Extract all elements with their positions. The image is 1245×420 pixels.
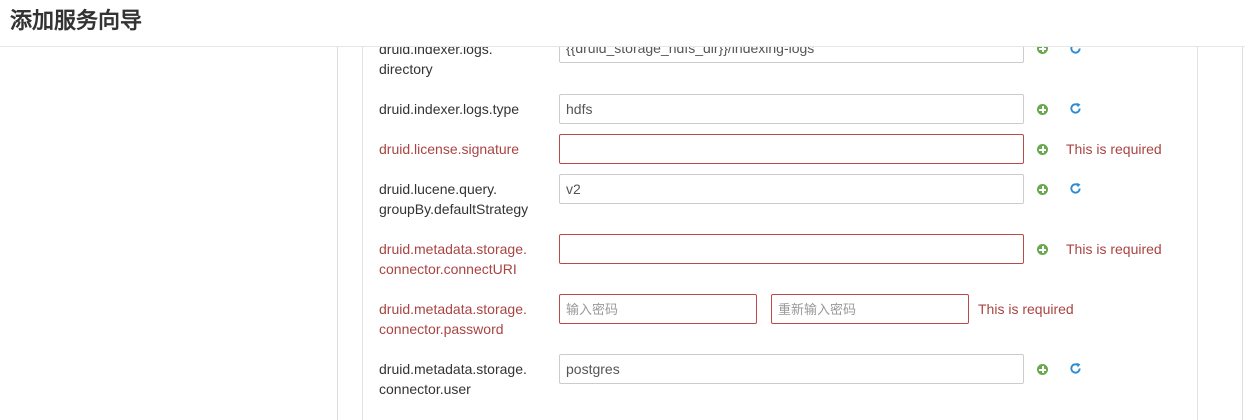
input-value: hdfs	[566, 101, 593, 117]
label-line: connector.connectURI	[379, 261, 517, 277]
property-label: druid.license.signature	[379, 139, 549, 159]
property-label: druid.metadata.storage. connector.user	[379, 359, 549, 399]
property-label: druid.metadata.storage. connector.passwo…	[379, 299, 549, 339]
property-value-input[interactable]: postgres	[559, 354, 1024, 384]
input-value: postgres	[566, 361, 620, 377]
property-value-input[interactable]: v2	[559, 174, 1024, 204]
refresh-icon[interactable]	[1069, 102, 1082, 115]
property-label: druid.metadata.storage. connector.connec…	[379, 239, 549, 279]
property-value-input[interactable]	[559, 134, 1024, 164]
label-line: groupBy.defaultStrategy	[379, 201, 529, 217]
label-line: druid.metadata.storage.	[379, 301, 527, 317]
required-error-text: This is required	[978, 301, 1074, 317]
property-label: druid.lucene.query. groupBy.defaultStrat…	[379, 179, 549, 219]
property-value-input[interactable]: hdfs	[559, 94, 1024, 124]
label-line: connector.password	[379, 321, 504, 337]
label-line: directory	[379, 61, 433, 77]
page-title: 添加服务向导	[10, 9, 143, 34]
wizard-header: 添加服务向导	[0, 0, 1245, 47]
input-placeholder: 输入密码	[566, 303, 619, 318]
required-error-text: This is required	[1066, 141, 1162, 157]
label-line: druid.indexer.logs.type	[379, 101, 520, 117]
plus-circle-icon[interactable]	[1037, 244, 1048, 255]
password-input[interactable]: 输入密码	[559, 294, 757, 324]
property-value-input[interactable]	[559, 234, 1024, 264]
plus-circle-icon[interactable]	[1037, 184, 1048, 195]
label-line: druid.lucene.query.	[379, 181, 498, 197]
label-line: druid.metadata.storage.	[379, 361, 527, 377]
property-label: druid.indexer.logs.type	[379, 99, 549, 119]
plus-circle-icon[interactable]	[1037, 364, 1048, 375]
input-value: v2	[566, 181, 581, 197]
label-line: druid.metadata.storage.	[379, 241, 527, 257]
label-line: druid.license.signature	[379, 141, 520, 157]
input-placeholder: 重新输入密码	[778, 303, 857, 318]
refresh-icon[interactable]	[1069, 362, 1082, 375]
required-error-text: This is required	[1066, 241, 1162, 257]
label-line: connector.user	[379, 381, 471, 397]
refresh-icon[interactable]	[1069, 182, 1082, 195]
confirm-password-input[interactable]: 重新输入密码	[771, 294, 969, 324]
plus-circle-icon[interactable]	[1037, 104, 1048, 115]
plus-circle-icon[interactable]	[1037, 144, 1048, 155]
